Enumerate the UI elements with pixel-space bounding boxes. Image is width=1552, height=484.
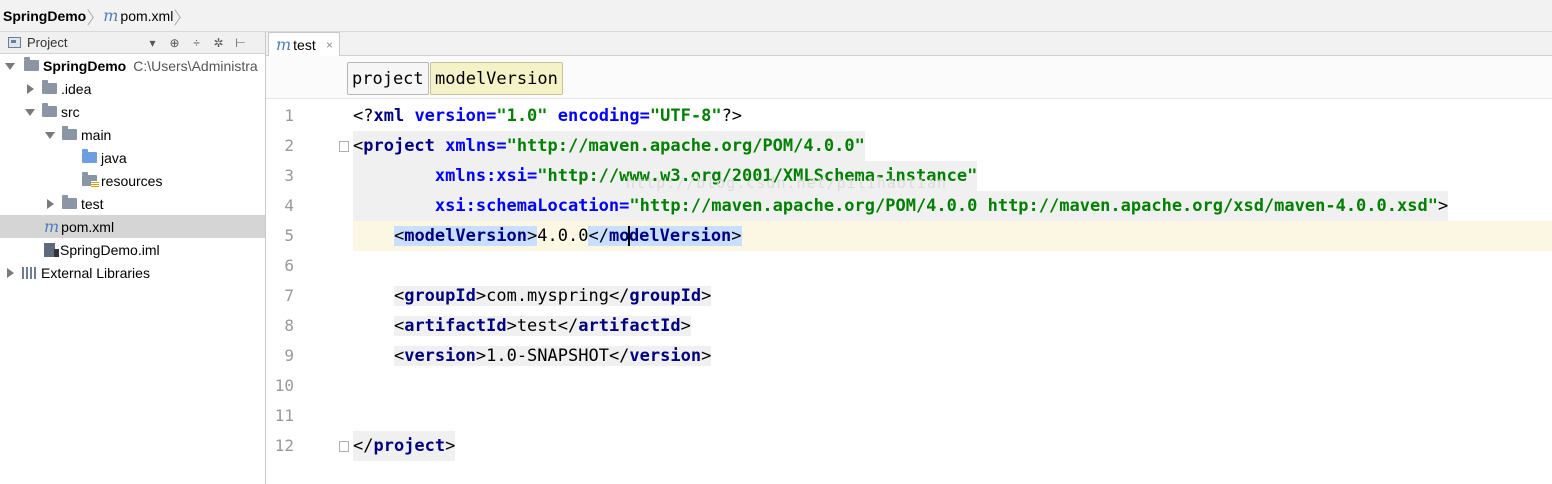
nav-crumb-project[interactable]: SpringDemo xyxy=(3,4,86,28)
project-view-icon xyxy=(8,37,21,48)
code-line-5: <modelVersion>4.0.0</modelVersion> xyxy=(353,221,1552,251)
line-gutter: 1 2 3 4 5 6 7 8 9 10 11 12 xyxy=(266,101,349,484)
chevron-right-icon xyxy=(90,4,100,28)
code-line-4: xsi:schemaLocation="http://maven.apache.… xyxy=(353,191,1449,221)
dropdown-icon[interactable]: ▾ xyxy=(146,36,159,50)
line-number: 10 xyxy=(274,376,294,395)
tree-item-iml[interactable]: SpringDemo.iml xyxy=(0,238,265,261)
tree-item-label: resources xyxy=(101,172,163,189)
xml-crumb-modelversion[interactable]: modelVersion xyxy=(430,62,563,95)
close-icon[interactable]: × xyxy=(326,38,333,52)
nav-file-label: pom.xml xyxy=(120,7,174,24)
project-toolbar: Project ▾ ⊕ ÷ ✲ ⊢ xyxy=(0,32,265,54)
collapse-arrow-icon[interactable] xyxy=(4,267,16,279)
library-icon xyxy=(22,266,36,279)
tree-item-label: main xyxy=(81,126,112,143)
collapse-all-icon[interactable]: ÷ xyxy=(190,36,203,50)
code-line-7: <groupId>com.myspring</groupId> xyxy=(393,286,712,306)
tree-item-springdemo[interactable]: SpringDemo C:\Users\Administra xyxy=(0,54,265,77)
gear-icon[interactable]: ✲ xyxy=(212,36,225,50)
folder-icon xyxy=(42,80,57,94)
chevron-right-icon xyxy=(177,4,187,28)
collapse-arrow-icon[interactable] xyxy=(44,198,56,210)
tab-label: test xyxy=(293,37,316,53)
fold-icon[interactable] xyxy=(339,441,349,452)
module-folder-icon xyxy=(24,57,39,71)
code-line-1: <?xml version="1.0" encoding="UTF-8"?> xyxy=(353,106,743,126)
hide-icon[interactable]: ⊢ xyxy=(234,36,247,50)
line-number: 8 xyxy=(284,316,294,335)
line-number: 9 xyxy=(284,346,294,365)
line-number: 4 xyxy=(284,196,294,215)
line-number: 3 xyxy=(284,166,294,185)
line-number: 12 xyxy=(274,436,294,455)
tree-item-resources[interactable]: resources xyxy=(0,169,265,192)
tree-item-label: .idea xyxy=(61,80,92,97)
code-area[interactable]: <?xml version="1.0" encoding="UTF-8"?> <… xyxy=(353,101,1552,484)
folder-icon xyxy=(42,103,57,117)
tree-item-label: test xyxy=(81,195,104,212)
tree-item-main[interactable]: main xyxy=(0,123,265,146)
tree-item-label: java xyxy=(101,149,127,166)
fold-icon[interactable] xyxy=(339,141,349,152)
tree-item-label: SpringDemo xyxy=(43,57,127,74)
expand-arrow-icon[interactable] xyxy=(4,60,16,72)
tree-item-label: pom.xml xyxy=(61,218,115,235)
editor: m test × project modelVersion 1 2 3 4 5 … xyxy=(266,32,1552,484)
navigation-bar: SpringDemo m pom.xml xyxy=(0,0,1552,32)
line-number: 5 xyxy=(284,226,294,245)
tree-item-java[interactable]: java xyxy=(0,146,265,169)
resources-folder-icon xyxy=(82,172,99,187)
tree-item-path: C:\Users\Administra xyxy=(133,57,258,74)
project-panel-title[interactable]: Project xyxy=(27,35,67,50)
code-line-2: <project xmlns="http://maven.apache.org/… xyxy=(353,131,865,161)
line-number: 7 xyxy=(284,286,294,305)
tree-item-label: SpringDemo.iml xyxy=(60,241,160,258)
iml-file-icon xyxy=(44,242,59,257)
nav-crumb-file[interactable]: m pom.xml xyxy=(103,4,173,28)
xml-crumb-project[interactable]: project xyxy=(347,62,429,95)
line-number: 2 xyxy=(284,136,294,155)
editor-tab-bar: m test × xyxy=(266,32,1552,57)
nav-project-label: SpringDemo xyxy=(3,7,87,24)
tree-item-label: src xyxy=(61,103,80,120)
tree-item-external-libraries[interactable]: External Libraries xyxy=(0,261,265,284)
line-number: 1 xyxy=(284,106,294,125)
tree-item-pom[interactable]: m pom.xml xyxy=(0,215,265,238)
code-line-8: <artifactId>test</artifactId> xyxy=(393,316,691,336)
tree-item-label: External Libraries xyxy=(41,264,150,281)
code-line-12: </project> xyxy=(353,431,456,461)
tree-item-src[interactable]: src xyxy=(0,100,265,123)
xml-breadcrumbs: project modelVersion xyxy=(266,56,1552,99)
tree-item-idea[interactable]: .idea xyxy=(0,77,265,100)
tab-test[interactable]: m test × xyxy=(268,32,340,57)
target-icon[interactable]: ⊕ xyxy=(168,36,181,50)
folder-icon xyxy=(62,195,77,209)
maven-m-icon: m xyxy=(276,35,292,54)
line-number: 6 xyxy=(284,256,294,275)
tree-item-test[interactable]: test xyxy=(0,192,265,215)
watermark: http://blog.csdn.net/pilihaotian xyxy=(626,174,947,192)
maven-m-icon: m xyxy=(103,5,119,25)
maven-m-icon: m xyxy=(44,216,60,236)
expand-arrow-icon[interactable] xyxy=(24,106,36,118)
source-folder-icon xyxy=(82,149,97,163)
folder-icon xyxy=(62,126,77,140)
code-line-9: <version>1.0-SNAPSHOT</version> xyxy=(393,346,712,366)
collapse-arrow-icon[interactable] xyxy=(24,83,36,95)
line-number: 11 xyxy=(274,406,294,425)
expand-arrow-icon[interactable] xyxy=(44,129,56,141)
project-panel: Project ▾ ⊕ ÷ ✲ ⊢ SpringDemo C:\Users\Ad… xyxy=(0,32,266,484)
